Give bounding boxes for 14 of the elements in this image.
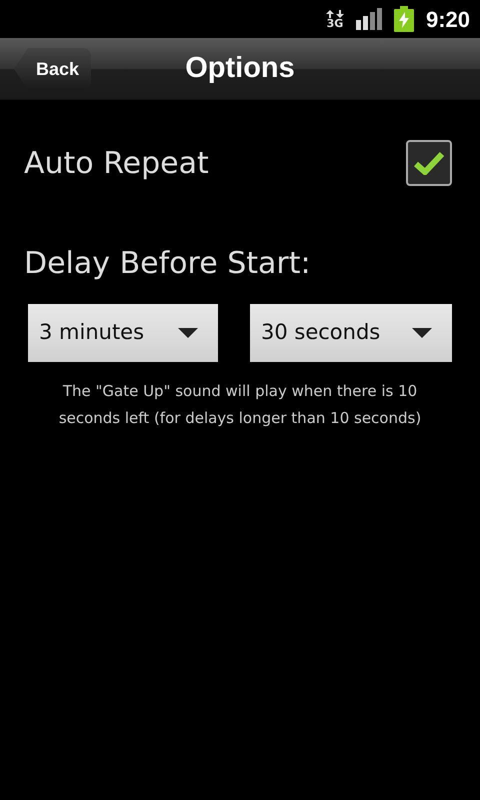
auto-repeat-checkbox[interactable] xyxy=(406,140,452,186)
signal-icon xyxy=(356,8,382,30)
data-arrows-icon xyxy=(326,10,344,18)
option-label: Auto Repeat xyxy=(24,144,209,182)
dropdown[interactable]: 30 seconds xyxy=(250,304,452,362)
dropdown-arrow-icon xyxy=(412,328,432,338)
screen-title: Options xyxy=(185,50,295,86)
info-text: The "Gate Up" sound will play when there is 10 seconds left (for delays longer than 10 seconds) xyxy=(58,381,422,429)
dropdown-arrow-icon xyxy=(178,328,198,338)
clock: 9:20 xyxy=(426,6,470,34)
network-type: 3G xyxy=(326,18,344,28)
dropdown[interactable]: 3 minutes xyxy=(28,304,218,362)
check-icon xyxy=(414,151,444,175)
section-label: Delay Before Start: xyxy=(23,245,312,283)
